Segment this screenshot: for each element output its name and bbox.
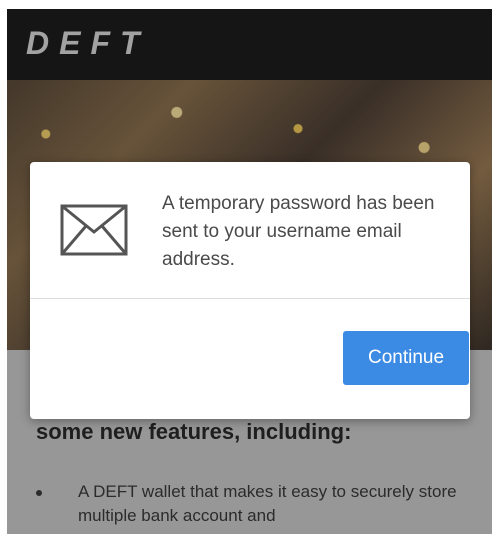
dialog-message: A temporary password has been sent to yo… bbox=[162, 193, 435, 270]
dialog-divider bbox=[30, 298, 470, 299]
password-sent-dialog: A temporary password has been sent to yo… bbox=[30, 162, 470, 419]
app-frame: DEFT some new features, including: A DEF… bbox=[7, 9, 492, 534]
envelope-icon bbox=[60, 204, 128, 256]
continue-button[interactable]: Continue bbox=[343, 331, 469, 385]
